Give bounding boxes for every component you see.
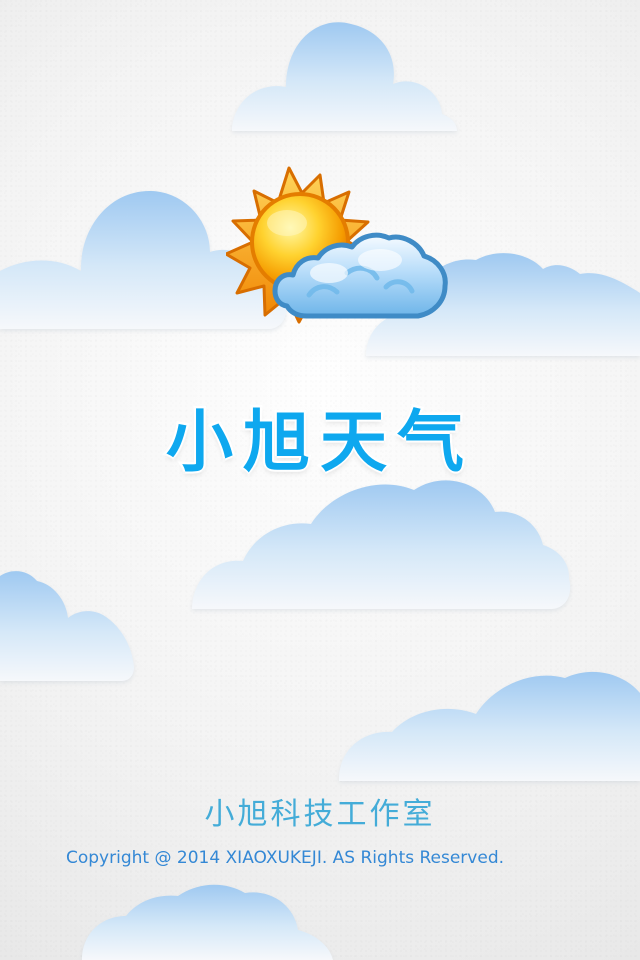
- cloud-left-edge: [0, 571, 134, 681]
- copyright-text: Copyright @ 2014 XIAOXUKEJI. AS Rights R…: [66, 848, 505, 868]
- sun-behind-cloud-icon: [226, 166, 448, 324]
- cloud-center-right: [192, 480, 571, 609]
- app-title: 小旭天气: [164, 401, 474, 484]
- studio-name: 小旭科技工作室: [204, 797, 436, 832]
- splash-screen: 小旭天气 小旭科技工作室 Copyright @ 2014 XIAOXUKEJI…: [0, 0, 640, 960]
- cloud-top-right: [232, 22, 457, 131]
- cloud-bottom-center: [82, 884, 333, 960]
- cloud-lower-right: [338, 671, 640, 781]
